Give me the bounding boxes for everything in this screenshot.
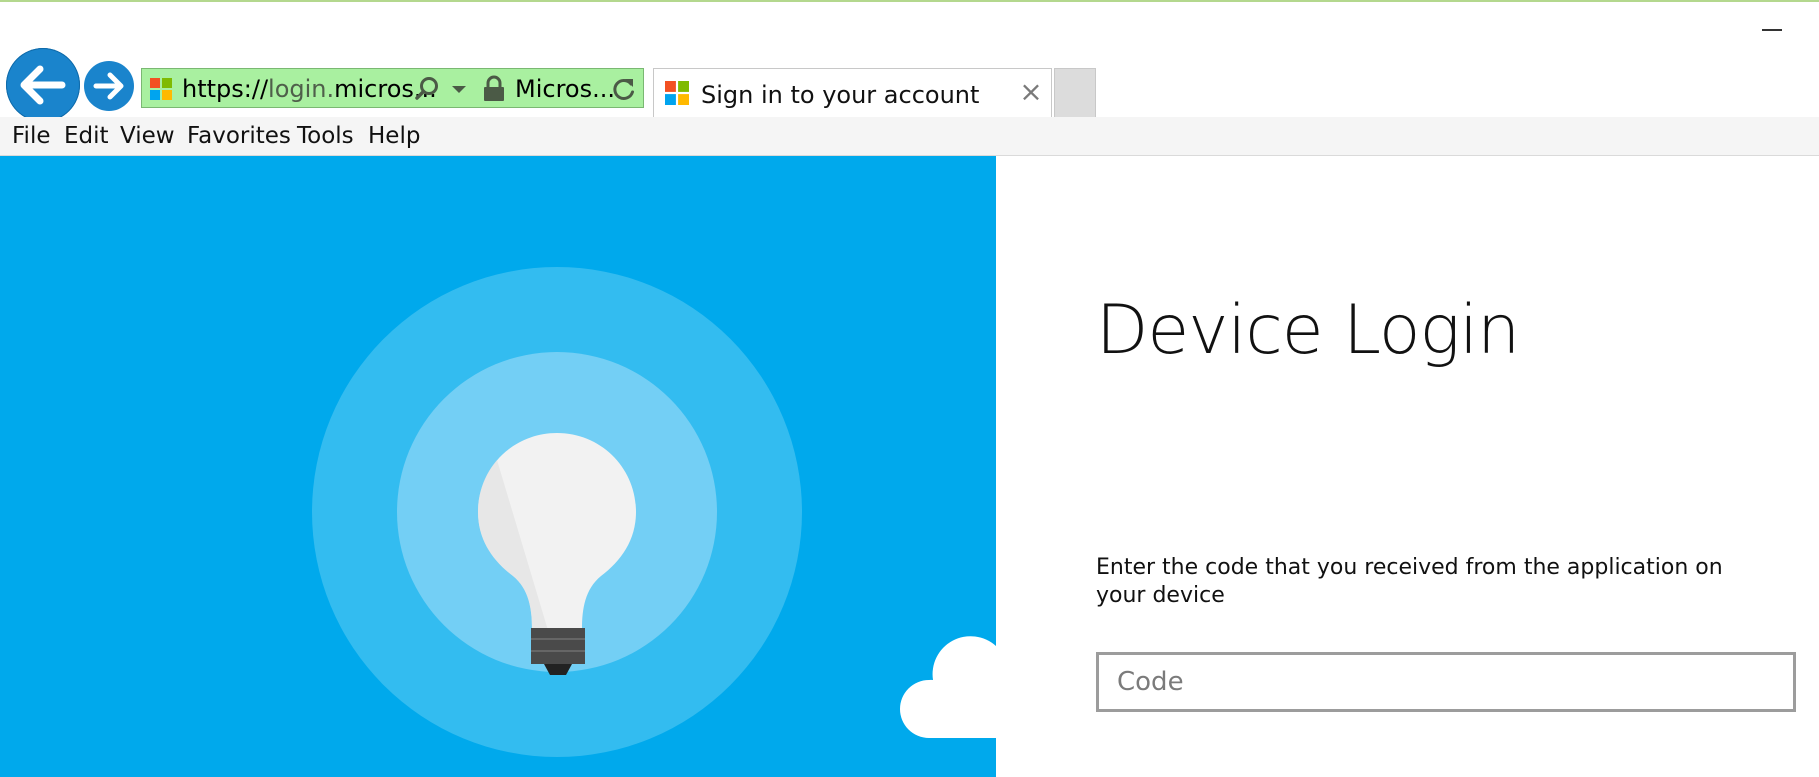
- menu-edit[interactable]: Edit: [64, 123, 109, 149]
- tab-title: Sign in to your account: [701, 81, 980, 109]
- page-content: Device Login Enter the code that you rec…: [0, 156, 1819, 777]
- menu-view[interactable]: View: [120, 123, 175, 149]
- menu-tools[interactable]: Tools: [297, 123, 354, 149]
- cloud-illustration: [900, 636, 996, 738]
- menu-bar: File Edit View Favorites Tools Help: [0, 117, 1819, 156]
- url-text[interactable]: https://login.micros...: [182, 75, 437, 103]
- browser-window: https://login.micros... Micros... Sign i…: [0, 0, 1819, 777]
- microsoft-logo-icon: [665, 81, 689, 105]
- lock-icon[interactable]: [482, 75, 506, 103]
- tab-sign-in[interactable]: Sign in to your account ×: [653, 68, 1052, 118]
- page-title: Device Login: [1096, 291, 1520, 370]
- forward-button[interactable]: [84, 61, 134, 111]
- close-icon[interactable]: ×: [1018, 78, 1044, 106]
- microsoft-logo-icon: [150, 78, 172, 100]
- url-host: login.: [268, 75, 335, 103]
- address-bar[interactable]: https://login.micros... Micros...: [141, 68, 644, 108]
- url-prefix: https://: [182, 75, 269, 103]
- back-button[interactable]: [6, 48, 80, 122]
- menu-file[interactable]: File: [12, 123, 51, 149]
- instruction-text: Enter the code that you received from th…: [1096, 555, 1723, 608]
- chevron-down-icon[interactable]: [449, 79, 469, 99]
- search-icon[interactable]: [413, 75, 441, 103]
- menu-favorites[interactable]: Favorites: [187, 123, 291, 149]
- new-tab-button[interactable]: [1054, 68, 1096, 118]
- arrow-right-icon: [93, 72, 124, 100]
- certificate-label[interactable]: Micros...: [515, 75, 615, 103]
- hero-panel: [0, 156, 996, 777]
- minimize-button[interactable]: [1752, 16, 1792, 42]
- menu-help[interactable]: Help: [368, 123, 420, 149]
- arrow-left-icon: [20, 65, 66, 105]
- code-input[interactable]: [1096, 652, 1796, 712]
- lightbulb-illustration: [312, 267, 802, 757]
- refresh-icon[interactable]: [610, 75, 638, 103]
